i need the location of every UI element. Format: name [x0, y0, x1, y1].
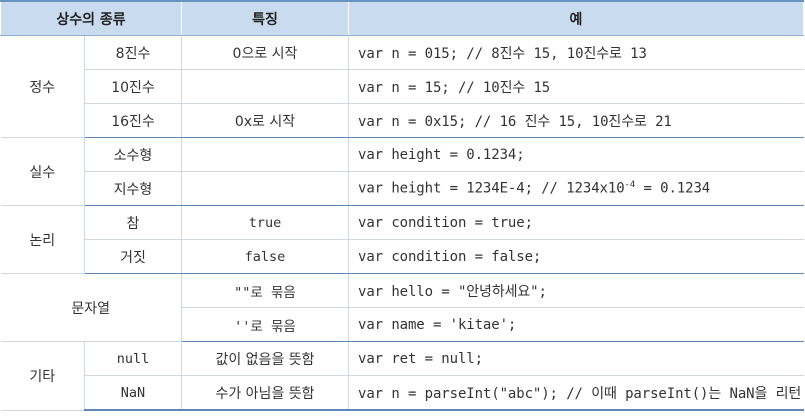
table-row: NaN 수가 아님을 뜻함 var n = parseInt("abc"); /… — [1, 375, 804, 411]
constant-types-table-container: 상수의 종류 특징 예 정수 8진수 0으로 시작 var n = 015; /… — [0, 0, 805, 416]
subtype-cell: 참 — [84, 205, 182, 240]
feature-cell: false — [181, 239, 349, 274]
example-tail-text: = 0.1234 — [635, 180, 711, 197]
subtype-cell: 지수형 — [84, 171, 182, 206]
table-header-row: 상수의 종류 특징 예 — [0, 0, 804, 36]
feature-cell — [181, 137, 349, 172]
table-row: 지수형 var height = 1234E-4; // 1234x10-4 =… — [1, 171, 804, 206]
table-row: 논리 참 true var condition = true; — [0, 205, 804, 274]
example-cell: var n = 015; // 8진수 15, 10진수로 13 — [348, 35, 804, 70]
table-row: 문자열 ""로 묶음 var hello = "안녕하세요"; — [0, 273, 804, 342]
category-real: 실수 — [0, 137, 85, 206]
feature-cell: 0으로 시작 — [181, 35, 349, 70]
subtype-cell: 10진수 — [84, 69, 182, 104]
subtype-cell: NaN — [84, 375, 182, 411]
example-cell: var height = 1234E-4; // 1234x10-4 = 0.1… — [348, 171, 804, 206]
header-constant-type: 상수의 종류 — [0, 0, 182, 36]
subtype-cell: 8진수 — [84, 35, 182, 70]
table-row: 거짓 false var condition = false; — [1, 239, 804, 274]
feature-cell: ""로 묶음 — [181, 273, 349, 308]
feature-cell: true — [181, 205, 349, 240]
category-integer: 정수 — [0, 35, 85, 138]
feature-cell: 0x로 시작 — [181, 103, 349, 138]
subtype-cell: 소수형 — [84, 137, 182, 172]
feature-cell: 값이 없음을 뜻함 — [181, 341, 349, 376]
example-cell: var condition = false; — [348, 239, 804, 274]
category-string: 문자열 — [0, 273, 182, 342]
example-cell: var n = 0x15; // 16 진수 15, 10진수로 21 — [348, 103, 804, 138]
table-row: 실수 소수형 var height = 0.1234; — [0, 137, 804, 206]
example-cell: var hello = "안녕하세요"; — [348, 273, 804, 308]
example-cell: var n = 15; // 10진수 15 — [348, 69, 804, 104]
example-cell: var condition = true; — [348, 205, 804, 240]
exponent-text: -4 — [624, 180, 636, 191]
feature-cell: 수가 아님을 뜻함 — [181, 375, 349, 411]
category-etc: 기타 — [0, 341, 85, 411]
table-row: 기타 null 값이 없음을 뜻함 var ret = null; — [0, 341, 804, 411]
example-cell: var ret = null; — [348, 341, 804, 376]
feature-cell — [181, 69, 349, 104]
category-boolean: 논리 — [0, 205, 85, 274]
feature-cell: ''로 묶음 — [181, 307, 349, 342]
example-main-text: var height = 1234E-4; // 1234x10 — [358, 180, 625, 197]
table-row: 16진수 0x로 시작 var n = 0x15; // 16 진수 15, 1… — [1, 103, 804, 138]
subtype-cell: null — [84, 341, 182, 376]
example-cell: var height = 0.1234; — [348, 137, 804, 172]
header-example: 예 — [348, 0, 804, 36]
example-cell: var name = 'kitae'; — [348, 307, 804, 342]
subtype-cell: 16진수 — [84, 103, 182, 138]
subtype-cell: 거짓 — [84, 239, 182, 274]
constant-types-table: 상수의 종류 특징 예 정수 8진수 0으로 시작 var n = 015; /… — [0, 0, 804, 411]
table-row: 10진수 var n = 15; // 10진수 15 — [1, 69, 804, 104]
example-cell: var n = parseInt("abc"); // 이때 parseInt(… — [348, 375, 804, 411]
feature-cell — [181, 171, 349, 206]
header-feature: 특징 — [181, 0, 349, 36]
table-row: 정수 8진수 0으로 시작 var n = 015; // 8진수 15, 10… — [0, 35, 804, 138]
